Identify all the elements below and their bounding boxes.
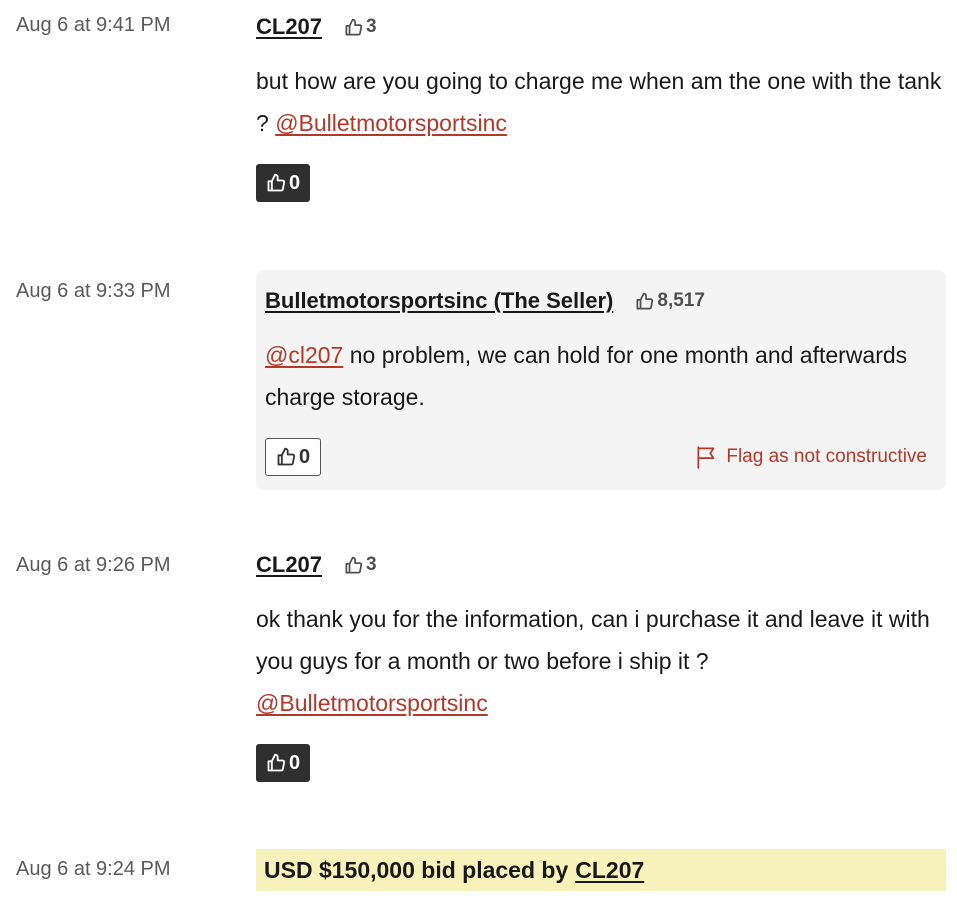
author-reputation: 8,517 — [635, 290, 705, 312]
like-button[interactable]: 0 — [256, 164, 311, 202]
comment-message: no problem, we can hold for one month an… — [265, 342, 908, 410]
comment-author-link[interactable]: Bulletmotorsportsinc (The Seller) — [265, 288, 613, 314]
reputation-count: 8,517 — [657, 290, 705, 311]
author-reputation: 3 — [344, 554, 377, 576]
bid-banner: USD $150,000 bid placed by CL207 — [256, 849, 946, 891]
comment-meta: Bulletmotorsportsinc (The Seller) 8,517 — [265, 286, 937, 316]
thumbs-up-icon — [345, 18, 363, 35]
comment-text: ok thank you for the information, can i … — [256, 598, 936, 724]
mention-link[interactable]: @Bulletmotorsportsinc — [256, 690, 488, 716]
thumbs-up-icon — [345, 556, 363, 573]
bid-timestamp: Aug 6 at 9:24 PM — [16, 858, 171, 880]
like-button[interactable]: 0 — [256, 744, 311, 782]
thumbs-up-icon — [277, 447, 296, 466]
like-count: 0 — [299, 445, 311, 468]
comment-timestamp: Aug 6 at 9:41 PM — [16, 14, 171, 36]
reputation-count: 3 — [366, 554, 377, 575]
comment-meta: CL207 3 — [256, 550, 946, 580]
comment-text: @cl207 no problem, we can hold for one m… — [265, 334, 937, 418]
comment-meta: CL207 3 — [256, 12, 946, 42]
flag-label: Flag as not constructive — [726, 446, 927, 467]
comment-item: Aug 6 at 9:26 PM CL207 3 ok thank you fo… — [0, 540, 957, 800]
mention-link[interactable]: @Bulletmotorsportsinc — [275, 110, 507, 136]
author-reputation: 3 — [344, 16, 377, 38]
comment-message: ok thank you for the information, can i … — [256, 606, 930, 674]
comment-timestamp: Aug 6 at 9:33 PM — [16, 280, 171, 302]
thumbs-up-icon — [636, 292, 654, 309]
seller-comment-box: Bulletmotorsportsinc (The Seller) 8,517 … — [256, 270, 946, 490]
comment-body: CL207 3 ok thank you for the information… — [256, 550, 946, 782]
flag-not-constructive-link[interactable]: Flag as not constructive — [694, 444, 927, 470]
comment-thread: Aug 6 at 9:41 PM CL207 3 but how are you… — [0, 0, 957, 913]
like-count: 0 — [289, 171, 301, 194]
like-button[interactable]: 0 — [265, 438, 322, 476]
comment-timestamp: Aug 6 at 9:26 PM — [16, 554, 171, 576]
thumbs-up-icon — [267, 753, 286, 772]
comment-text: but how are you going to charge me when … — [256, 60, 946, 144]
bid-text: USD $150,000 bid placed by — [264, 856, 569, 883]
bidder-link[interactable]: CL207 — [575, 857, 644, 884]
comment-item: Aug 6 at 9:41 PM CL207 3 but how are you… — [0, 0, 957, 230]
comment-author-link[interactable]: CL207 — [256, 14, 322, 40]
thumbs-up-icon — [267, 173, 286, 192]
comment-item-seller: Aug 6 at 9:33 PM Bulletmotorsportsinc (T… — [0, 270, 957, 500]
comment-author-link[interactable]: CL207 — [256, 552, 322, 578]
comment-body: CL207 3 but how are you going to charge … — [256, 12, 946, 202]
reputation-count: 3 — [366, 16, 377, 37]
mention-link[interactable]: @cl207 — [265, 342, 343, 368]
flag-icon — [697, 446, 715, 469]
bid-item: Aug 6 at 9:24 PM USD $150,000 bid placed… — [0, 846, 957, 896]
like-count: 0 — [289, 751, 301, 774]
